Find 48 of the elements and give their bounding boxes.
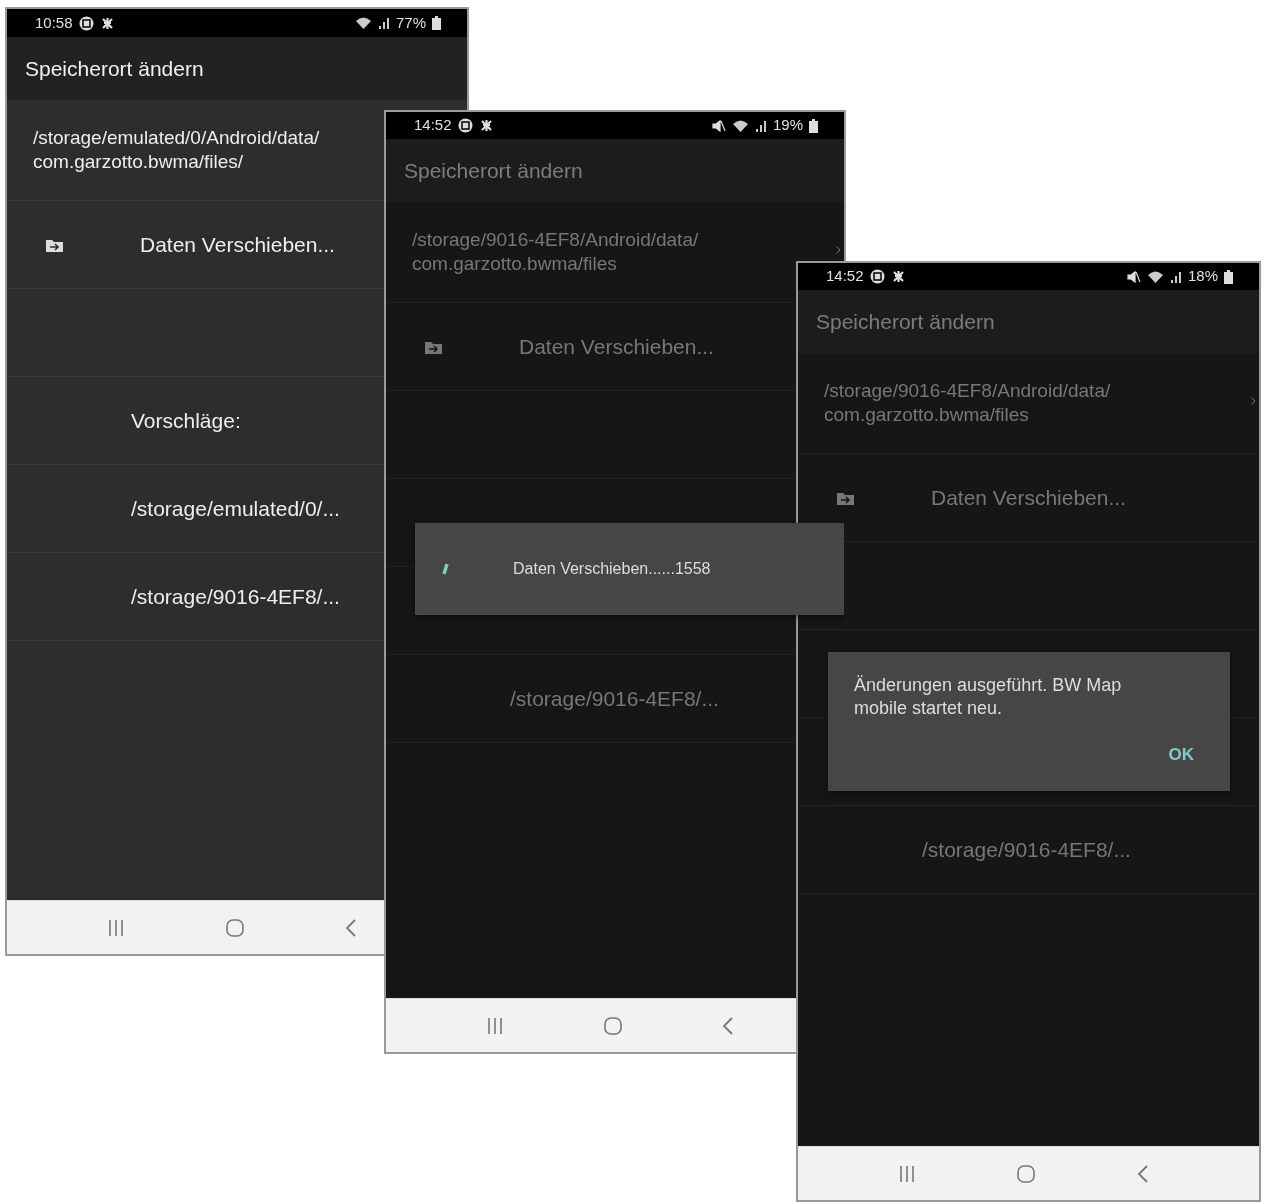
storage-option[interactable]: /storage/emulated/0/... [131, 492, 340, 525]
move-data-item[interactable]: Daten Verschieben... [519, 330, 714, 363]
wifi-icon [1146, 269, 1164, 284]
screen-title: Speicherort ändern [25, 55, 204, 82]
status-time: 14:52 [826, 266, 864, 287]
signal-icon [377, 16, 390, 30]
home-icon[interactable] [603, 1015, 623, 1036]
signal-icon [754, 118, 767, 133]
recent-apps-icon[interactable] [485, 1016, 504, 1035]
status-time: 10:58 [35, 12, 73, 33]
battery-level: 19% [772, 115, 803, 136]
battery-icon [809, 118, 818, 133]
suggestions-heading: Vorschläge: [131, 407, 241, 434]
battery-level: 77% [395, 12, 426, 33]
back-icon[interactable] [345, 917, 357, 938]
wifi-icon [354, 16, 372, 30]
storage-path: /storage/9016-4EF8/Android/data/ com.garzotto.bwma/files [412, 228, 699, 276]
battery-level: 18% [1187, 266, 1218, 287]
storage-option[interactable]: /storage/9016-4EF8/... [510, 682, 719, 715]
back-icon[interactable] [1136, 1163, 1149, 1184]
signal-icon [1169, 269, 1182, 284]
home-icon[interactable] [1016, 1163, 1037, 1184]
notification-icon [457, 118, 473, 133]
battery-icon [432, 16, 441, 30]
notification-icon [78, 15, 94, 31]
storage-option[interactable]: /storage/9016-4EF8/... [131, 580, 340, 613]
recent-apps-icon[interactable] [898, 1164, 917, 1183]
wifi-icon [731, 118, 749, 133]
notification-icon [869, 269, 885, 284]
move-data-item[interactable]: Daten Verschieben... [931, 481, 1126, 514]
storage-path: /storage/emulated/0/Android/data/ com.garzotto.bwma/files/ [33, 126, 320, 174]
storage-path: /storage/9016-4EF8/Android/data/ com.garzotto.bwma/files [824, 379, 1111, 427]
battery-icon [1224, 269, 1233, 284]
dialog-message: Änderungen ausgeführt. BW Map mobile startet neu. [854, 674, 1123, 720]
bug-icon [890, 269, 906, 284]
spinner-icon [441, 563, 449, 575]
recent-apps-icon[interactable] [107, 918, 125, 937]
bug-icon [478, 118, 494, 133]
storage-option[interactable]: /storage/9016-4EF8/... [922, 833, 1131, 866]
progress-message: Daten Verschieben......1558 [513, 559, 711, 579]
screen-title: Speicherort ändern [816, 308, 995, 335]
screen-title: Speicherort ändern [404, 157, 583, 184]
back-icon[interactable] [722, 1015, 735, 1036]
bug-icon [99, 15, 115, 31]
ok-button[interactable]: OK [1162, 739, 1200, 769]
home-icon[interactable] [225, 917, 245, 938]
status-time: 14:52 [414, 115, 452, 136]
move-data-item[interactable]: Daten Verschieben... [140, 228, 335, 261]
